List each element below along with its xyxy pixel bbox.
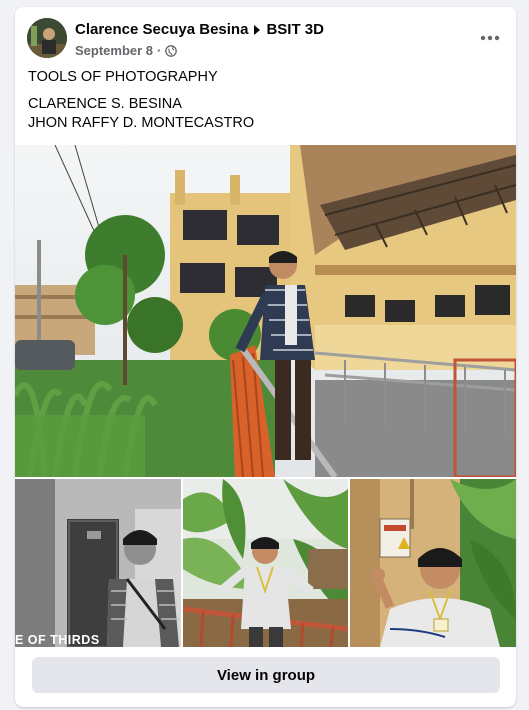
author-line: Clarence Secuya Besina BSIT 3D: [75, 21, 324, 38]
photo-main[interactable]: [15, 145, 516, 477]
author-name-1: CLARENCE S. BESINA: [28, 96, 182, 112]
more-horizontal-icon: [480, 35, 500, 41]
photo-plants[interactable]: [183, 479, 348, 647]
globe-icon: [165, 44, 178, 57]
author-name-2: JHON RAFFY D. MONTECASTRO: [28, 115, 255, 131]
group-name[interactable]: BSIT 3D: [266, 21, 324, 38]
meta-separator: ·: [157, 43, 162, 58]
post-title: TOOLS OF PHOTOGRAPHY: [28, 69, 218, 85]
post-date[interactable]: September 8: [75, 43, 153, 58]
post-text: TOOLS OF PHOTOGRAPHY CLARENCE S. BESINA …: [28, 68, 503, 133]
caret-right-icon: [254, 24, 261, 35]
photo-selfie[interactable]: [350, 479, 516, 647]
view-in-group-button[interactable]: View in group: [32, 657, 500, 693]
photo-grid: E OF THIRDS: [15, 145, 516, 647]
post-card: Clarence Secuya Besina BSIT 3D September…: [15, 7, 516, 707]
photo-rule-of-thirds[interactable]: E OF THIRDS: [15, 479, 181, 647]
avatar[interactable]: [27, 18, 67, 58]
more-options-button[interactable]: [476, 24, 504, 52]
photo-caption-overlay: E OF THIRDS: [15, 633, 100, 647]
author-name[interactable]: Clarence Secuya Besina: [75, 21, 248, 38]
post-meta: September 8 ·: [75, 43, 178, 58]
post-header: Clarence Secuya Besina BSIT 3D September…: [27, 18, 504, 62]
